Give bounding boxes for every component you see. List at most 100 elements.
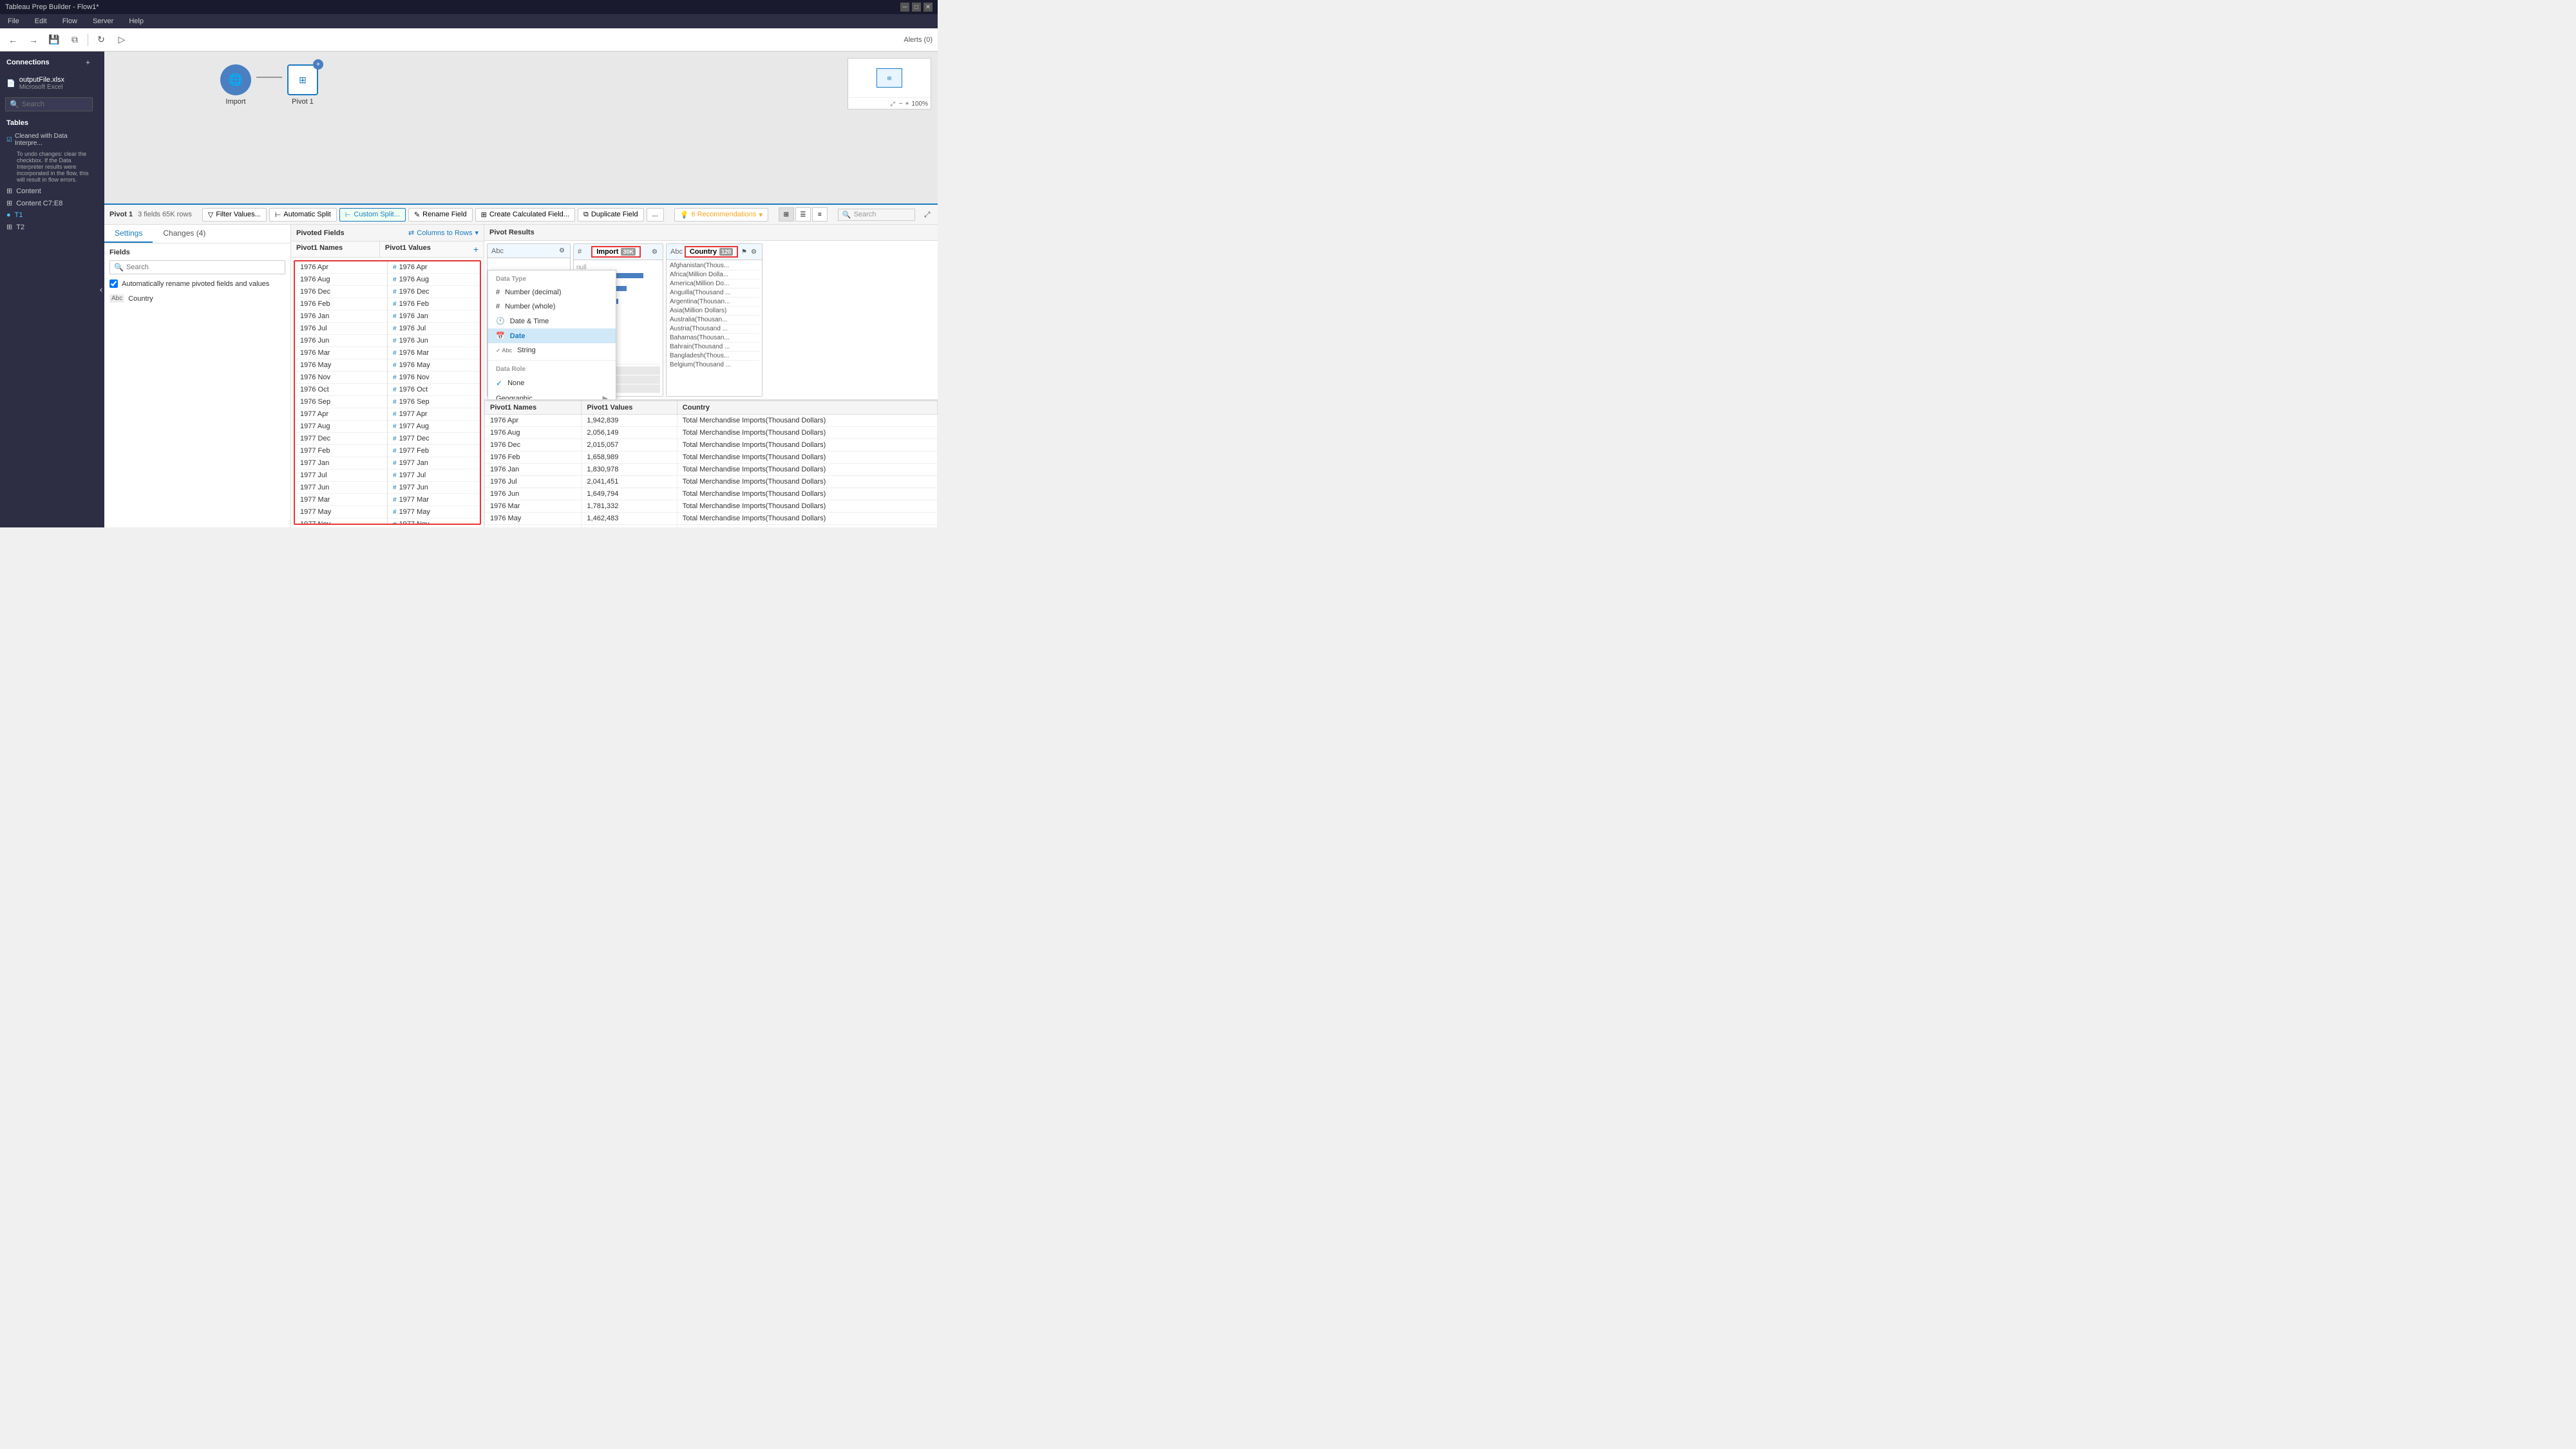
- pivot-cell[interactable]: 1976 Jun: [295, 335, 387, 347]
- menu-flow[interactable]: Flow: [60, 16, 80, 26]
- pivot-val-cell[interactable]: # 1977 Jul: [388, 469, 480, 482]
- pivot-val-cell[interactable]: # 1977 Mar: [388, 494, 480, 506]
- pivot-cell[interactable]: 1976 Sep: [295, 396, 387, 408]
- pivot-cell[interactable]: 1976 Jan: [295, 310, 387, 323]
- create-calc-field-button[interactable]: ⊞ Create Calculated Field...: [475, 208, 575, 222]
- sidebar-item-content-c7[interactable]: ⊞ Content C7:E8: [0, 197, 98, 209]
- minimize-btn[interactable]: ─: [900, 3, 909, 12]
- tab-settings[interactable]: Settings: [104, 225, 153, 243]
- add-connection-button[interactable]: +: [84, 57, 91, 68]
- back-button[interactable]: ←: [5, 32, 21, 48]
- sidebar-item-content[interactable]: ⊞ Content: [0, 185, 98, 197]
- pivot-val-cell[interactable]: # 1977 Feb: [388, 445, 480, 457]
- pivot-cell[interactable]: 1977 Jun: [295, 482, 387, 494]
- zoom-minus[interactable]: −: [899, 100, 903, 108]
- sidebar-search-input[interactable]: [22, 100, 88, 108]
- pivot-val-cell[interactable]: # 1976 Jul: [388, 323, 480, 335]
- search-box[interactable]: 🔍 Search: [838, 209, 915, 221]
- copy-button[interactable]: ⧉: [67, 32, 82, 48]
- pivot-val-cell[interactable]: # 1977 May: [388, 506, 480, 518]
- pivot-val-cell[interactable]: # 1976 Dec: [388, 286, 480, 298]
- sidebar-item-cleaned[interactable]: ☑ Cleaned with Data Interpre... To undo …: [0, 131, 98, 185]
- flow-node-pivot[interactable]: ⊞ + Pivot 1: [287, 64, 318, 106]
- col-settings-btn[interactable]: ⚙: [558, 246, 566, 256]
- save-button[interactable]: 💾: [46, 32, 62, 48]
- pivot-val-cell[interactable]: # 1976 Jun: [388, 335, 480, 347]
- pivot-cell[interactable]: 1977 Mar: [295, 494, 387, 506]
- country-val[interactable]: Argentina(Thousan...: [669, 298, 759, 307]
- pivot-cell[interactable]: 1977 May: [295, 506, 387, 518]
- pivot-cell[interactable]: 1976 Feb: [295, 298, 387, 310]
- rename-field-button[interactable]: ✎ Rename Field: [408, 208, 473, 222]
- pivot-val-cell[interactable]: # 1976 Oct: [388, 384, 480, 396]
- pivot-val-cell[interactable]: # 1976 Nov: [388, 372, 480, 384]
- pivot-cell[interactable]: 1977 Jul: [295, 469, 387, 482]
- mini-preview-controls[interactable]: ⤢ − + 100%: [848, 97, 931, 110]
- dtype-date[interactable]: 📅 Date: [488, 328, 570, 343]
- forward-button[interactable]: →: [26, 32, 41, 48]
- pivot-val-cell[interactable]: # 1976 Apr: [388, 261, 480, 274]
- country-settings-btn[interactable]: ⚙: [750, 247, 758, 257]
- pivot-cell[interactable]: 1976 May: [295, 359, 387, 372]
- menu-help[interactable]: Help: [126, 16, 146, 26]
- recommendations-button[interactable]: 💡 6 Recommendations ▾: [674, 208, 768, 222]
- country-val[interactable]: Anguilla(Thousand ...: [669, 289, 759, 298]
- flow-node-import[interactable]: 🌐 Import: [220, 64, 251, 106]
- pivot-val-cell[interactable]: # 1977 Nov: [388, 518, 480, 524]
- country-val[interactable]: Africa(Million Dolla...: [669, 270, 759, 279]
- tab-changes[interactable]: Changes (4): [153, 225, 216, 243]
- country-val[interactable]: Belgium(Thousand ...: [669, 361, 759, 369]
- pivot-cell[interactable]: 1976 Jul: [295, 323, 387, 335]
- pivot-val-cell[interactable]: # 1976 Aug: [388, 274, 480, 286]
- add-pivot-button[interactable]: +: [468, 242, 484, 257]
- menu-file[interactable]: File: [5, 16, 22, 26]
- pivot-cell[interactable]: 1977 Aug: [295, 421, 387, 433]
- list-view-button[interactable]: ☰: [795, 207, 811, 222]
- country-val[interactable]: Austria(Thousand ...: [669, 325, 759, 334]
- zoom-plus[interactable]: +: [905, 100, 909, 108]
- country-val[interactable]: Asia(Million Dollars): [669, 307, 759, 316]
- pivot-val-cell[interactable]: # 1976 Feb: [388, 298, 480, 310]
- dtype-date-time[interactable]: 🕐 Date & Time: [488, 314, 570, 328]
- columns-to-rows-button[interactable]: ⇄ Columns to Rows ▾: [408, 229, 478, 237]
- field-search-box[interactable]: 🔍: [109, 260, 285, 274]
- panel-expand-button[interactable]: ⤢: [923, 209, 932, 221]
- sidebar-item-t1[interactable]: ● T1: [0, 209, 98, 221]
- toggle-sidebar-button[interactable]: ‹: [98, 52, 104, 527]
- sidebar-search-box[interactable]: 🔍: [5, 97, 93, 111]
- pivot-val-cell[interactable]: # 1976 Jan: [388, 310, 480, 323]
- menu-server[interactable]: Server: [90, 16, 116, 26]
- pivot-cell[interactable]: 1977 Dec: [295, 433, 387, 445]
- filter-values-button[interactable]: ▽ Filter Values...: [202, 208, 267, 222]
- pivot-cell[interactable]: 1976 Oct: [295, 384, 387, 396]
- pivot-cell[interactable]: 1977 Apr: [295, 408, 387, 421]
- import-col-settings-btn[interactable]: ⚙: [650, 247, 659, 257]
- pivot-cell[interactable]: 1976 Dec: [295, 286, 387, 298]
- close-btn[interactable]: ✕: [923, 3, 933, 12]
- country-flag-btn[interactable]: ⚑: [740, 247, 748, 257]
- pivot-val-cell[interactable]: # 1977 Apr: [388, 408, 480, 421]
- pivot-cell[interactable]: 1977 Feb: [295, 445, 387, 457]
- grid-view-button[interactable]: ⊞: [779, 207, 794, 222]
- maximize-btn[interactable]: □: [912, 3, 921, 12]
- pivot-cell[interactable]: 1977 Nov: [295, 518, 387, 524]
- auto-rename-checkbox[interactable]: [109, 279, 118, 288]
- country-val[interactable]: Bahamas(Thousan...: [669, 334, 759, 343]
- pivot-cell[interactable]: 1977 Jan: [295, 457, 387, 469]
- country-val[interactable]: Bangladesh(Thous...: [669, 352, 759, 361]
- pivot-val-cell[interactable]: # 1977 Dec: [388, 433, 480, 445]
- custom-split-button[interactable]: ⊢ Custom Split...: [339, 208, 406, 222]
- country-val[interactable]: Bahrain(Thousand ...: [669, 343, 759, 352]
- menu-edit[interactable]: Edit: [32, 16, 50, 26]
- run-button[interactable]: ▷: [114, 32, 129, 48]
- pivot-val-cell[interactable]: # 1977 Jan: [388, 457, 480, 469]
- pivot-val-cell[interactable]: # 1977 Aug: [388, 421, 480, 433]
- sidebar-item-t2[interactable]: ⊞ T2: [0, 221, 98, 233]
- pivot-val-cell[interactable]: # 1976 May: [388, 359, 480, 372]
- pivot-cell[interactable]: 1976 Aug: [295, 274, 387, 286]
- add-step-button[interactable]: +: [313, 59, 323, 70]
- pivot-cell[interactable]: 1976 Mar: [295, 347, 387, 359]
- country-val[interactable]: Afghanistan(Thous...: [669, 261, 759, 270]
- pivot-cell[interactable]: 1976 Nov: [295, 372, 387, 384]
- dtype-number-whole[interactable]: # Number (whole): [488, 299, 570, 314]
